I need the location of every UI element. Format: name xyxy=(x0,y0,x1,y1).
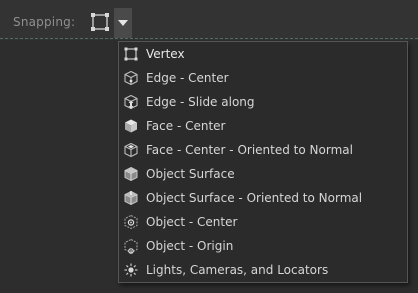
vertex-snap-icon xyxy=(124,47,138,61)
object-surface-icon xyxy=(124,166,138,182)
object-origin-icon xyxy=(124,238,138,254)
snap-dropdown-button[interactable] xyxy=(114,8,132,38)
cube-face-normal-icon xyxy=(124,142,138,158)
menu-item-lights-cameras-locators[interactable]: Lights, Cameras, and Locators xyxy=(119,258,407,282)
snapping-menu: Vertex Edge - Center Edge - Slide along … xyxy=(118,41,408,283)
menu-item-label: Face - Center - Oriented to Normal xyxy=(146,143,353,157)
menu-item-object-surface-normal[interactable]: Object Surface - Oriented to Normal xyxy=(119,186,407,210)
menu-item-object-surface[interactable]: Object Surface xyxy=(119,162,407,186)
toolbar: Snapping: xyxy=(0,0,418,40)
menu-item-edge-center[interactable]: Edge - Center xyxy=(119,66,407,90)
object-center-icon xyxy=(124,214,138,230)
menu-item-label: Vertex xyxy=(146,47,185,61)
menu-item-label: Object - Center xyxy=(146,215,238,229)
menu-item-label: Edge - Slide along xyxy=(146,95,255,109)
snap-mode-button[interactable] xyxy=(89,11,111,33)
vertex-snap-icon xyxy=(91,13,109,31)
menu-item-label: Edge - Center xyxy=(146,71,229,85)
light-icon xyxy=(124,263,138,277)
menu-item-label: Lights, Cameras, and Locators xyxy=(146,263,329,277)
menu-item-label: Object - Origin xyxy=(146,239,234,253)
menu-item-object-origin[interactable]: Object - Origin xyxy=(119,234,407,258)
snapping-label: Snapping: xyxy=(13,15,76,29)
object-surface-normal-icon xyxy=(124,190,138,206)
cube-edge-center-icon xyxy=(124,70,138,86)
menu-item-object-center[interactable]: Object - Center xyxy=(119,210,407,234)
menu-item-face-center-normal[interactable]: Face - Center - Oriented to Normal xyxy=(119,138,407,162)
menu-item-label: Object Surface xyxy=(146,167,235,181)
cube-edge-slide-icon xyxy=(124,94,138,110)
menu-item-label: Object Surface - Oriented to Normal xyxy=(146,191,363,205)
triangle-down-icon xyxy=(118,20,128,26)
snapping-ui: Snapping: Vertex Edge - Center Edge - Sl… xyxy=(0,0,418,293)
menu-item-vertex[interactable]: Vertex xyxy=(119,42,407,66)
viewport-top-edge xyxy=(0,38,418,39)
cube-face-center-icon xyxy=(125,119,137,133)
menu-item-face-center[interactable]: Face - Center xyxy=(119,114,407,138)
menu-item-label: Face - Center xyxy=(146,119,226,133)
menu-item-edge-slide[interactable]: Edge - Slide along xyxy=(119,90,407,114)
